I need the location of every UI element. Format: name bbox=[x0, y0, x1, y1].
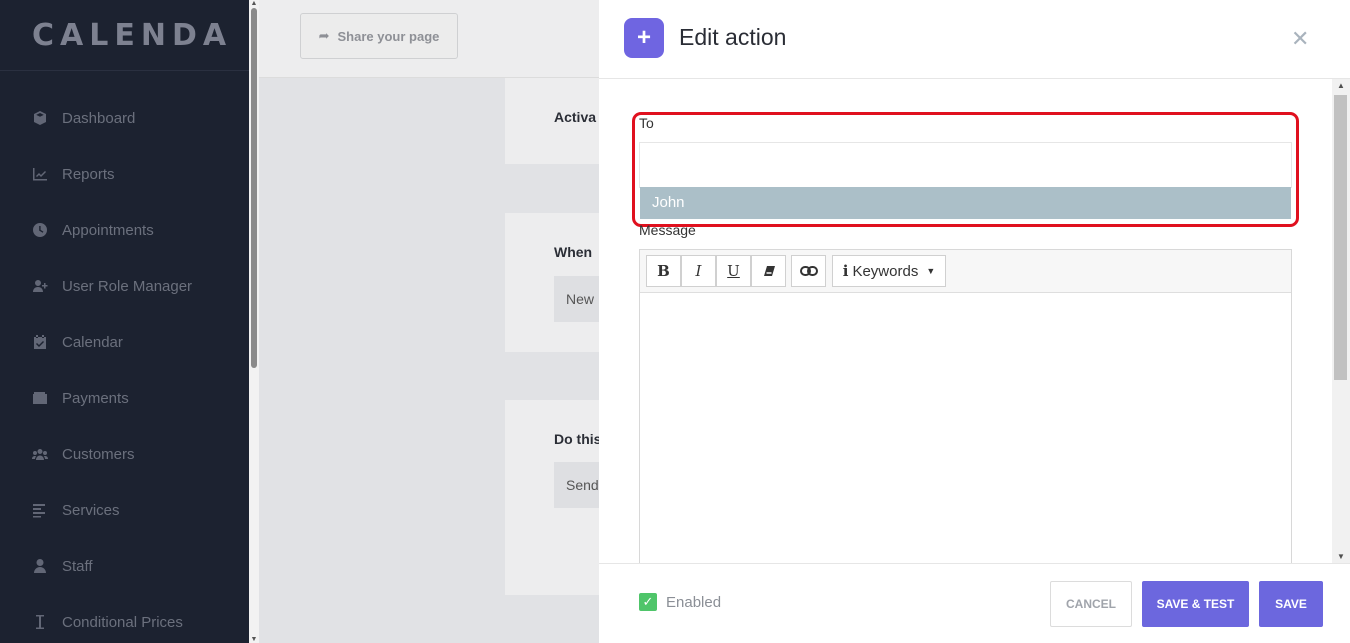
edit-action-panel: + Edit action ✕ To John Message B I U i … bbox=[599, 0, 1350, 643]
eraser-button[interactable] bbox=[751, 255, 786, 287]
cube-icon bbox=[32, 110, 48, 126]
sidebar-item-label: User Role Manager bbox=[62, 277, 193, 295]
sidebar: CALENDA Dashboard Reports Appointments U… bbox=[0, 0, 249, 643]
cursor-icon bbox=[32, 614, 48, 630]
sidebar-item-label: Staff bbox=[62, 557, 93, 575]
list-icon bbox=[32, 502, 48, 518]
sidebar-item-user-role-manager[interactable]: User Role Manager bbox=[0, 258, 249, 314]
message-editor: B I U i Keywords ▼ bbox=[639, 249, 1292, 579]
scroll-up-arrow-icon[interactable]: ▲ bbox=[1332, 81, 1350, 90]
calendar-icon bbox=[32, 334, 48, 350]
underline-button[interactable]: U bbox=[716, 255, 751, 287]
keywords-dropdown[interactable]: i Keywords ▼ bbox=[832, 255, 946, 287]
panel-footer: ✓ Enabled CANCEL SAVE & TEST SAVE bbox=[599, 563, 1350, 643]
bold-button[interactable]: B bbox=[646, 255, 681, 287]
sidebar-item-label: Dashboard bbox=[62, 109, 136, 127]
editor-toolbar: B I U i Keywords ▼ bbox=[640, 250, 1291, 293]
users-icon bbox=[32, 446, 48, 462]
sidebar-item-customers[interactable]: Customers bbox=[0, 426, 249, 482]
sidebar-item-label: Payments bbox=[62, 389, 129, 407]
panel-scrollbar[interactable]: ▲ ▼ bbox=[1332, 79, 1350, 563]
message-textarea[interactable] bbox=[640, 293, 1291, 578]
panel-scroll-thumb[interactable] bbox=[1334, 95, 1347, 380]
save-and-test-button[interactable]: SAVE & TEST bbox=[1142, 581, 1249, 627]
close-icon[interactable]: ✕ bbox=[1291, 26, 1309, 52]
sidebar-item-appointments[interactable]: Appointments bbox=[0, 202, 249, 258]
plus-icon: + bbox=[624, 18, 664, 58]
chart-icon bbox=[32, 166, 48, 182]
sidebar-item-staff[interactable]: Staff bbox=[0, 538, 249, 594]
enabled-checkbox[interactable]: ✓ bbox=[639, 593, 657, 611]
highlight-box bbox=[632, 112, 1299, 227]
link-icon bbox=[799, 266, 818, 276]
scroll-up-arrow-icon[interactable]: ▲ bbox=[249, 0, 259, 7]
sidebar-item-label: Calendar bbox=[62, 333, 123, 351]
message-label: Message bbox=[639, 222, 696, 238]
trigger-card: When New bbox=[505, 213, 599, 352]
sidebar-item-label: Appointments bbox=[62, 221, 154, 239]
sidebar-item-calendar[interactable]: Calendar bbox=[0, 314, 249, 370]
keywords-label: Keywords bbox=[852, 262, 919, 280]
sidebar-item-label: Conditional Prices bbox=[62, 613, 183, 631]
sidebar-item-conditional-prices[interactable]: Conditional Prices bbox=[0, 594, 249, 643]
sidebar-scrollbar[interactable]: ▲ ▼ bbox=[249, 0, 259, 643]
save-button[interactable]: SAVE bbox=[1259, 581, 1323, 627]
panel-title: Edit action bbox=[679, 24, 787, 50]
sidebar-item-payments[interactable]: Payments bbox=[0, 370, 249, 426]
eraser-icon bbox=[763, 266, 775, 276]
share-page-label: Share your page bbox=[337, 28, 440, 44]
sidebar-item-label: Reports bbox=[62, 165, 115, 183]
link-button[interactable] bbox=[791, 255, 826, 287]
activation-card: Activa bbox=[505, 78, 599, 164]
sidebar-item-label: Customers bbox=[62, 445, 135, 463]
panel-header: + Edit action ✕ bbox=[599, 0, 1350, 79]
action-card-label: Do this bbox=[554, 431, 599, 447]
share-icon: ➦ bbox=[318, 28, 330, 43]
clock-icon bbox=[32, 222, 48, 238]
share-page-button[interactable]: ➦ Share your page bbox=[300, 13, 458, 59]
italic-button[interactable]: I bbox=[681, 255, 716, 287]
sidebar-item-services[interactable]: Services bbox=[0, 482, 249, 538]
scroll-down-arrow-icon[interactable]: ▼ bbox=[249, 636, 259, 643]
enabled-label: Enabled bbox=[666, 594, 722, 611]
user-plus-icon bbox=[32, 278, 48, 294]
user-icon bbox=[32, 558, 48, 574]
sidebar-item-label: Services bbox=[62, 501, 120, 519]
sidebar-nav: Dashboard Reports Appointments User Role… bbox=[0, 90, 249, 643]
sidebar-scroll-thumb[interactable] bbox=[251, 8, 257, 368]
app-logo[interactable]: CALENDA bbox=[0, 0, 249, 71]
action-card: Do this Send bbox=[505, 400, 599, 595]
sidebar-item-reports[interactable]: Reports bbox=[0, 146, 249, 202]
cancel-button[interactable]: CANCEL bbox=[1050, 581, 1132, 627]
caret-down-icon: ▼ bbox=[926, 266, 936, 276]
trigger-select[interactable]: New bbox=[554, 276, 599, 322]
trigger-card-label: When bbox=[554, 244, 593, 260]
scroll-down-arrow-icon[interactable]: ▼ bbox=[1332, 552, 1350, 561]
logo-text: CALENDA bbox=[32, 17, 233, 53]
info-icon: i bbox=[842, 262, 849, 280]
activation-card-label: Activa bbox=[554, 109, 597, 125]
sidebar-item-dashboard[interactable]: Dashboard bbox=[0, 90, 249, 146]
wallet-icon bbox=[32, 390, 48, 406]
action-select[interactable]: Send bbox=[554, 462, 599, 508]
